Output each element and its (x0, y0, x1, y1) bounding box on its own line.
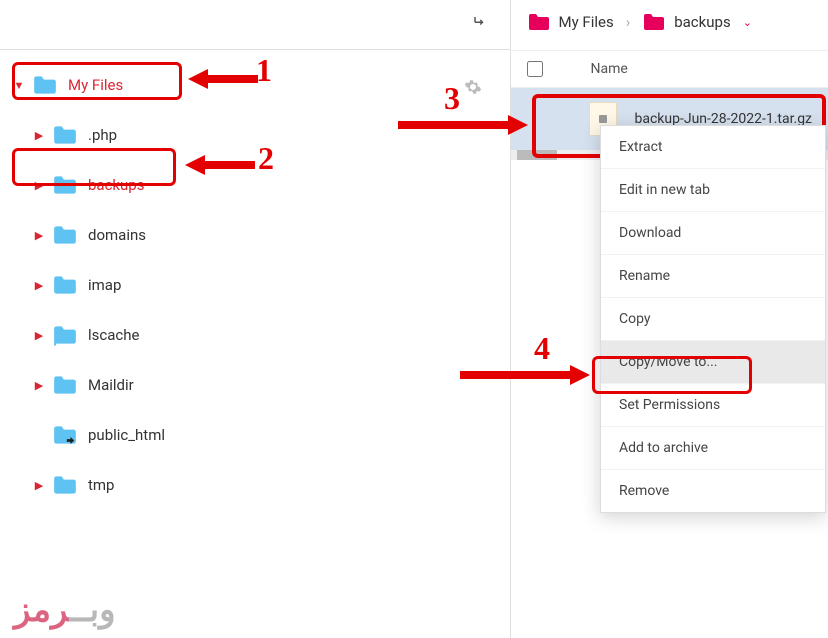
caret-right-icon: ▶ (32, 229, 46, 242)
tree-label: .php (88, 126, 117, 144)
watermark-text-2: رمز (14, 591, 70, 629)
tree-item-domains[interactable]: ▶ domains (28, 218, 502, 252)
watermark-text-1: وبــ (70, 591, 116, 629)
tree-root-my-files[interactable]: ▼ My Files (8, 68, 502, 102)
select-all-checkbox[interactable] (527, 61, 543, 77)
folder-icon (52, 174, 78, 196)
column-name[interactable]: Name (591, 61, 628, 77)
menu-item-remove[interactable]: Remove (601, 470, 825, 512)
folder-tree: ▼ My Files ▶ .php ▶ (0, 50, 510, 502)
menu-item-download[interactable]: Download (601, 212, 825, 255)
folder-icon (52, 474, 78, 496)
caret-down-icon: ▼ (12, 79, 26, 92)
folder-icon (642, 12, 666, 32)
tree-label: backups (88, 176, 144, 194)
folder-link-icon (52, 424, 78, 446)
watermark: وبــرمز (14, 590, 116, 630)
chevron-right-icon: › (622, 13, 635, 31)
menu-item-edit-new-tab[interactable]: Edit in new tab (601, 169, 825, 212)
menu-item-copy[interactable]: Copy (601, 298, 825, 341)
tree-label: tmp (88, 476, 114, 494)
tree-item-tmp[interactable]: ▶ tmp (28, 468, 502, 502)
file-list-header: Name (511, 50, 828, 88)
caret-right-icon: ▶ (32, 179, 46, 192)
tree-children: ▶ .php ▶ backups ▶ (8, 118, 502, 502)
tree-label: My Files (68, 76, 123, 94)
folder-icon (52, 324, 78, 346)
goto-icon[interactable] (472, 14, 490, 36)
breadcrumb-root[interactable]: My Files (559, 13, 614, 31)
caret-right-icon: ▶ (32, 379, 46, 392)
breadcrumb: My Files › backups ⌄ (511, 0, 828, 50)
menu-item-add-to-archive[interactable]: Add to archive (601, 427, 825, 470)
tree-item-public-html[interactable]: ▶ public_html (28, 418, 502, 452)
folder-icon (52, 124, 78, 146)
tree-item-php[interactable]: ▶ .php (28, 118, 502, 152)
folder-icon (52, 224, 78, 246)
tree-label: Maildir (88, 376, 134, 394)
folder-icon (52, 374, 78, 396)
tree-label: imap (88, 276, 121, 294)
menu-item-extract[interactable]: Extract (601, 126, 825, 169)
tree-item-lscache[interactable]: ▶ lscache (28, 318, 502, 352)
folder-icon (32, 74, 58, 96)
left-toolbar (0, 0, 510, 50)
caret-right-icon: ▶ (32, 479, 46, 492)
gear-icon[interactable] (464, 78, 482, 100)
tree-item-backups[interactable]: ▶ backups (28, 168, 502, 202)
chevron-down-icon[interactable]: ⌄ (743, 16, 752, 29)
context-menu: Extract Edit in new tab Download Rename … (600, 125, 826, 513)
folder-icon (527, 12, 551, 32)
caret-right-icon: ▶ (32, 279, 46, 292)
menu-item-copy-move-to[interactable]: Copy/Move to... (601, 341, 825, 384)
tree-label: domains (88, 226, 146, 244)
breadcrumb-current[interactable]: backups (674, 13, 730, 31)
caret-right-icon: ▶ (32, 129, 46, 142)
sidebar: ▼ My Files ▶ .php ▶ (0, 0, 511, 638)
menu-item-rename[interactable]: Rename (601, 255, 825, 298)
folder-icon (52, 274, 78, 296)
menu-item-set-permissions[interactable]: Set Permissions (601, 384, 825, 427)
tree-item-imap[interactable]: ▶ imap (28, 268, 502, 302)
tree-label: lscache (88, 326, 139, 344)
caret-right-icon: ▶ (32, 329, 46, 342)
tree-item-maildir[interactable]: ▶ Maildir (28, 368, 502, 402)
tree-label: public_html (88, 426, 165, 444)
